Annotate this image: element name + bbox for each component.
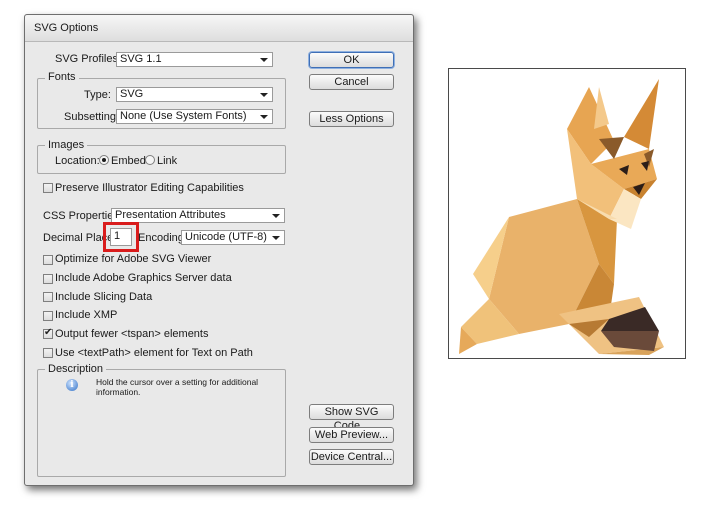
chevron-down-icon (260, 58, 268, 62)
decimal-places-highlight (103, 222, 139, 252)
show-svg-code-button[interactable]: Show SVG Code... (309, 404, 394, 432)
description-group-label: Description (45, 363, 107, 375)
textpath-label: Use <textPath> element for Text on Path (55, 347, 253, 359)
less-options-button[interactable]: Less Options (309, 111, 394, 127)
dialog-title: SVG Options (34, 22, 99, 34)
web-preview-button[interactable]: Web Preview... (309, 427, 394, 443)
graphics-server-checkbox[interactable] (43, 274, 53, 284)
info-icon: i (66, 379, 78, 391)
fonts-type-value: SVG (120, 88, 144, 100)
description-text-line2: information. (96, 387, 141, 397)
optimize-viewer-label: Optimize for Adobe SVG Viewer (55, 253, 212, 265)
css-properties-value: Presentation Attributes (115, 209, 226, 221)
radio-selected-dot (102, 158, 106, 162)
preserve-editing-label: Preserve Illustrator Editing Capabilitie… (55, 182, 244, 194)
svg-profiles-label: SVG Profiles: (55, 53, 122, 65)
include-xmp-label: Include XMP (55, 309, 118, 321)
preserve-editing-checkbox[interactable] (43, 183, 53, 193)
dialog-titlebar[interactable]: SVG Options (25, 15, 413, 42)
fonts-group-label: Fonts (45, 71, 79, 83)
slicing-data-label: Include Slicing Data (55, 291, 153, 303)
embed-radio[interactable] (99, 155, 109, 165)
encoding-value: Unicode (UTF-8) (185, 231, 267, 243)
chevron-down-icon (260, 115, 268, 119)
fonts-type-label: Type: (84, 89, 111, 101)
cancel-button[interactable]: Cancel (309, 74, 394, 90)
fewer-tspan-checkbox[interactable]: ✔ (43, 327, 53, 339)
artwork-preview (448, 68, 686, 359)
svg-profiles-select[interactable]: SVG 1.1 (116, 52, 273, 67)
fonts-subsetting-value: None (Use System Fonts) (120, 110, 247, 122)
graphics-server-label: Include Adobe Graphics Server data (55, 272, 232, 284)
chevron-down-icon (260, 93, 268, 97)
encoding-label: Encoding: (138, 232, 187, 244)
fonts-subsetting-label: Subsetting: (64, 111, 120, 123)
svg-profiles-value: SVG 1.1 (120, 53, 162, 65)
images-group-label: Images (45, 139, 88, 151)
chevron-down-icon (272, 214, 280, 218)
chevron-down-icon (272, 236, 280, 240)
textpath-checkbox[interactable] (43, 348, 53, 358)
images-location-label: Location: (55, 155, 100, 167)
ok-button[interactable]: OK (309, 52, 394, 68)
embed-radio-label: Embed (111, 155, 146, 167)
fonts-subsetting-select[interactable]: None (Use System Fonts) (116, 109, 273, 124)
css-properties-select[interactable]: Presentation Attributes (111, 208, 285, 223)
fonts-type-select[interactable]: SVG (116, 87, 273, 102)
svg-options-dialog: SVG Options SVG Profiles: SVG 1.1 Fonts … (24, 14, 414, 486)
checkmark-icon: ✔ (44, 327, 53, 338)
include-xmp-checkbox[interactable] (43, 311, 53, 321)
optimize-viewer-checkbox[interactable] (43, 255, 53, 265)
fewer-tspan-label: Output fewer <tspan> elements (55, 328, 209, 340)
encoding-select[interactable]: Unicode (UTF-8) (181, 230, 285, 245)
link-radio[interactable] (145, 155, 155, 165)
device-central-button[interactable]: Device Central... (309, 449, 394, 465)
link-radio-label: Link (157, 155, 178, 167)
description-text-line1: Hold the cursor over a setting for addit… (96, 377, 259, 387)
fox-illustration (459, 79, 664, 355)
slicing-data-checkbox[interactable] (43, 292, 53, 302)
